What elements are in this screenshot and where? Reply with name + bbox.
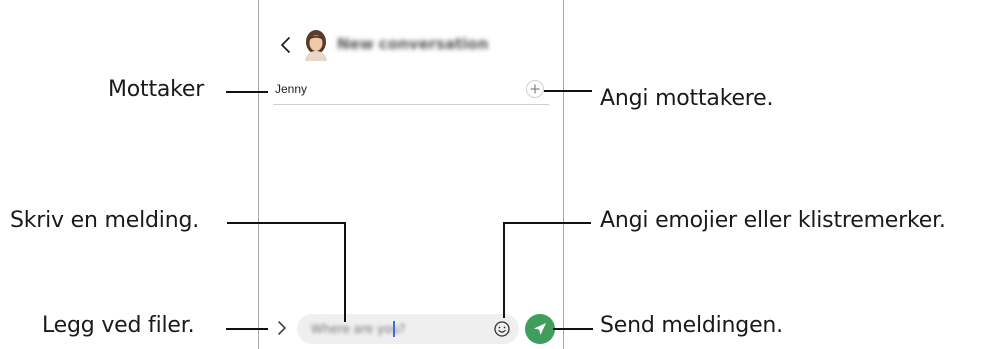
chevron-right-icon[interactable] <box>276 319 288 337</box>
callout-write-message: Skriv en melding. <box>10 208 200 233</box>
send-button[interactable] <box>525 314 555 344</box>
chevron-left-icon[interactable] <box>279 35 293 55</box>
conversation-header: New conversation <box>259 27 563 67</box>
callout-emoji-stickers: Angi emojier eller klistremerker. <box>600 208 946 233</box>
leader-line-attach-files <box>226 328 268 330</box>
recipient-value: Jenny <box>275 82 308 96</box>
message-input[interactable]: Where are you? <box>297 314 519 344</box>
leader-line-write-message-v <box>344 222 346 322</box>
callout-send-message: Send meldingen. <box>600 313 783 338</box>
send-arrow-icon <box>534 323 546 335</box>
phone-screen: New conversation Jenny Where are you? <box>258 0 564 349</box>
smiley-icon[interactable] <box>493 320 511 338</box>
leader-line-add-recipients <box>544 90 592 92</box>
leader-line-send-message <box>553 328 593 330</box>
conversation-title: New conversation <box>337 35 489 53</box>
callout-attach-files: Legg ved filer. <box>42 313 195 338</box>
message-placeholder: Where are you? <box>311 322 406 336</box>
recipient-field[interactable]: Jenny <box>273 78 549 105</box>
leader-line-emoji-v <box>503 222 505 318</box>
leader-line-recipient <box>226 91 268 93</box>
callout-add-recipients: Angi mottakere. <box>600 86 774 111</box>
contact-avatar-icon[interactable] <box>303 29 329 61</box>
leader-line-write-message-h <box>227 222 345 224</box>
plus-circle-icon[interactable] <box>525 79 545 99</box>
callout-recipient: Mottaker <box>108 77 205 102</box>
text-cursor <box>393 321 395 337</box>
message-composer: Where are you? <box>259 310 563 346</box>
leader-line-emoji-h <box>503 222 591 224</box>
